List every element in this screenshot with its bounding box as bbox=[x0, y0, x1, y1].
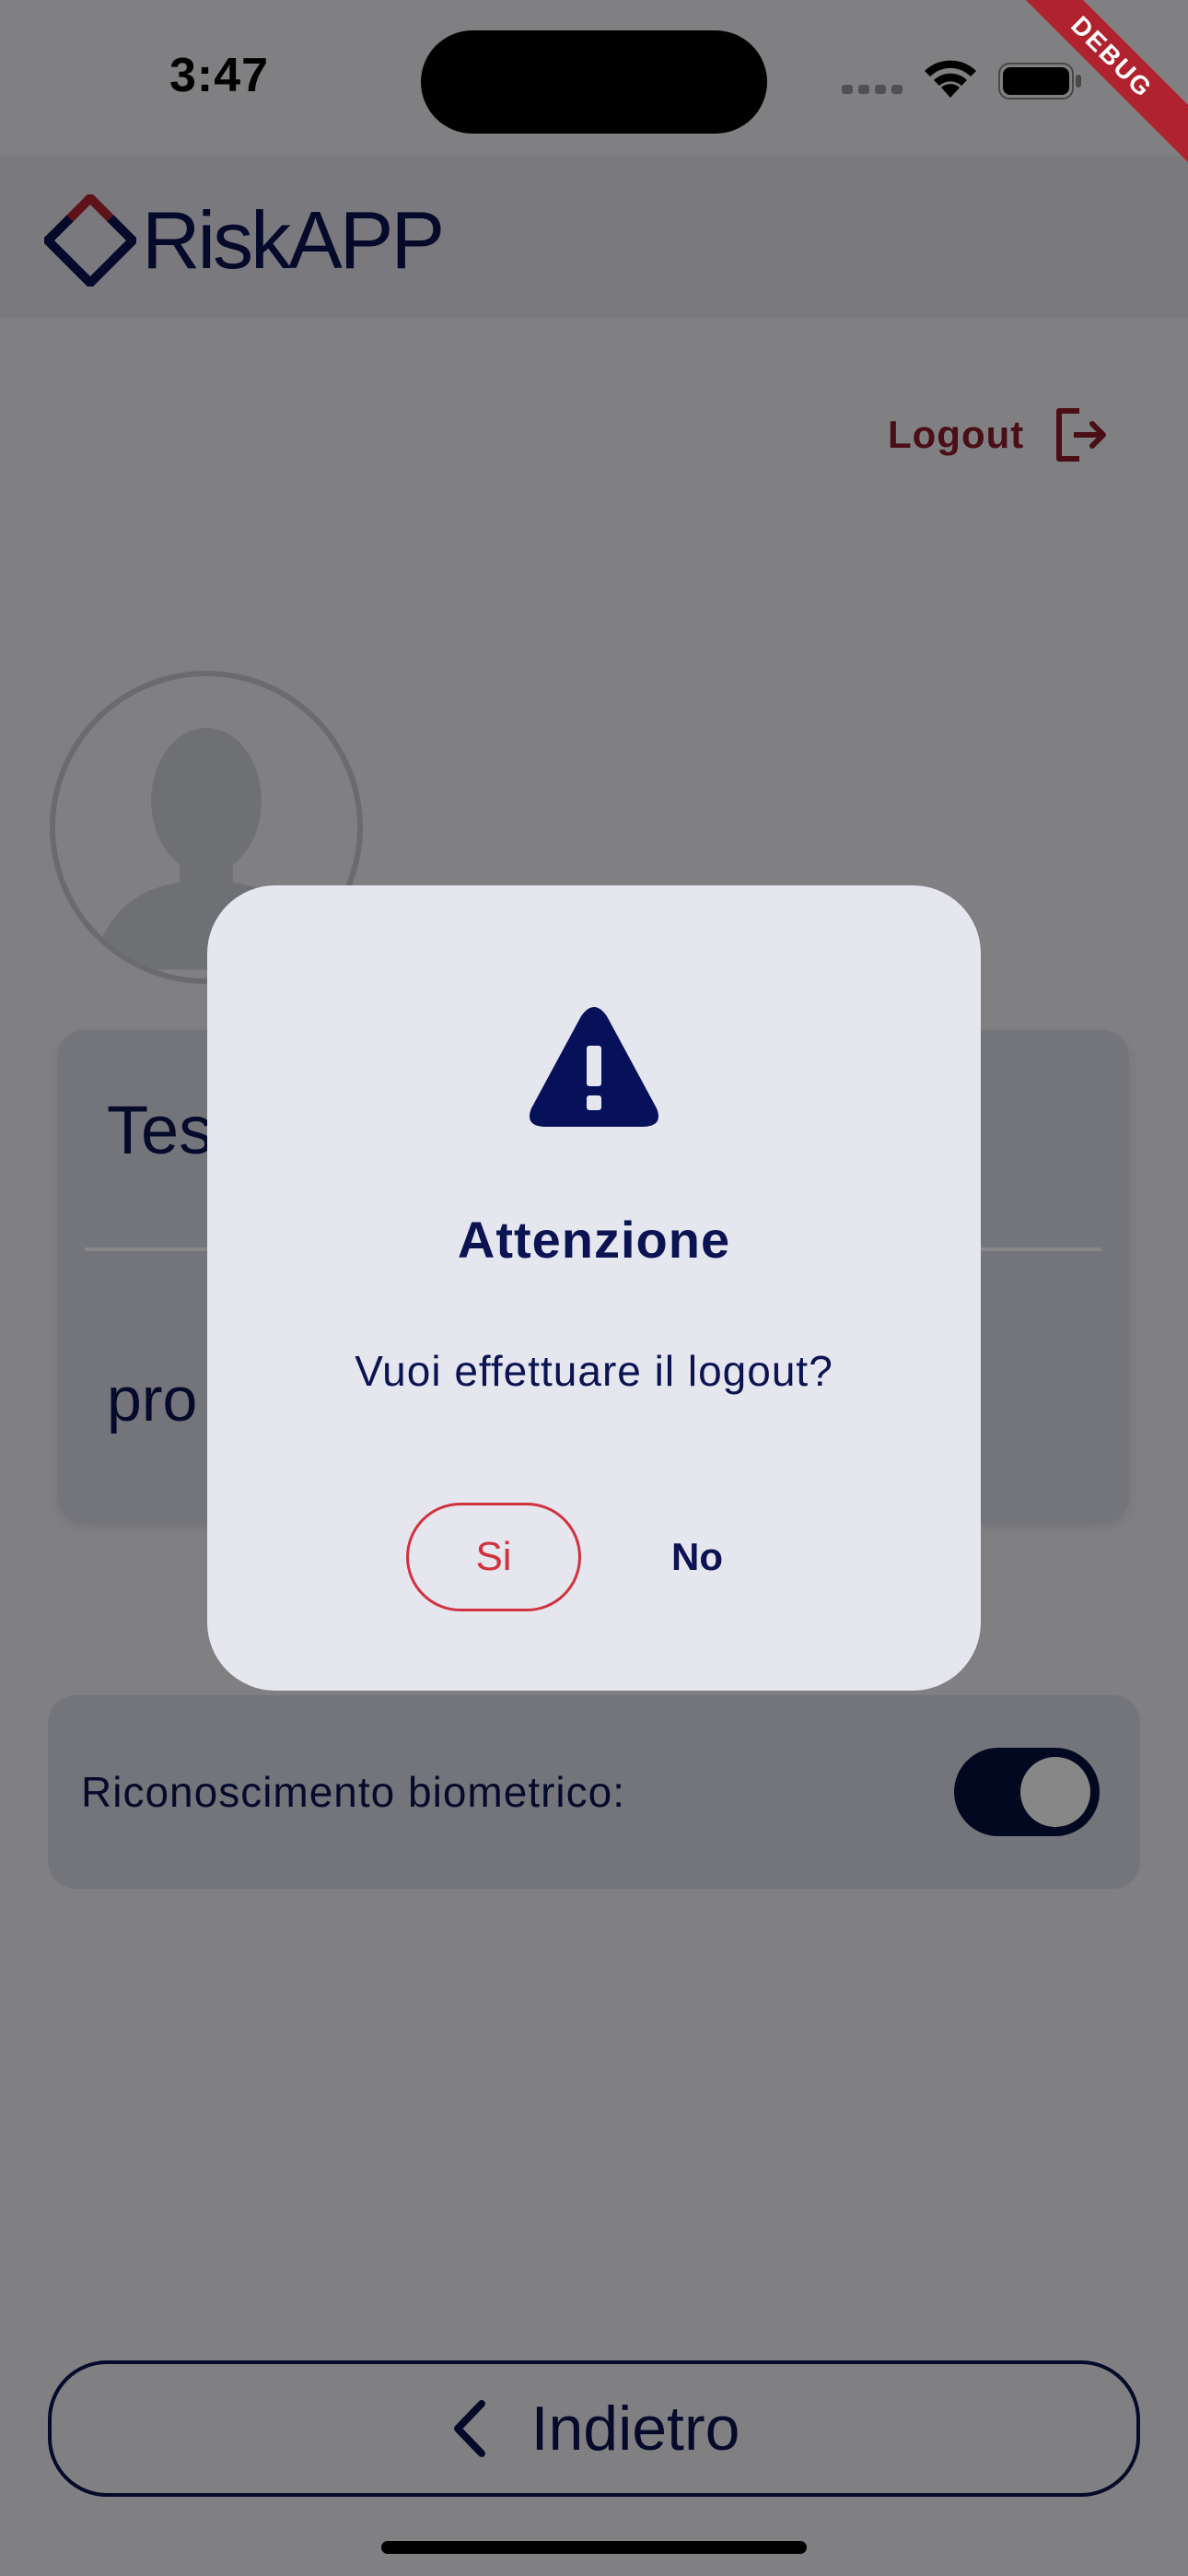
confirm-no-button[interactable]: No bbox=[640, 1503, 754, 1611]
dialog-title: Attenzione bbox=[457, 1211, 731, 1269]
confirm-yes-button[interactable]: Si bbox=[406, 1503, 581, 1611]
logout-confirm-dialog: Attenzione Vuoi effettuare il logout? Si… bbox=[207, 885, 981, 1691]
home-indicator[interactable] bbox=[381, 2541, 807, 2554]
dialog-message: Vuoi effettuare il logout? bbox=[355, 1347, 833, 1395]
warning-icon bbox=[530, 1007, 658, 1127]
